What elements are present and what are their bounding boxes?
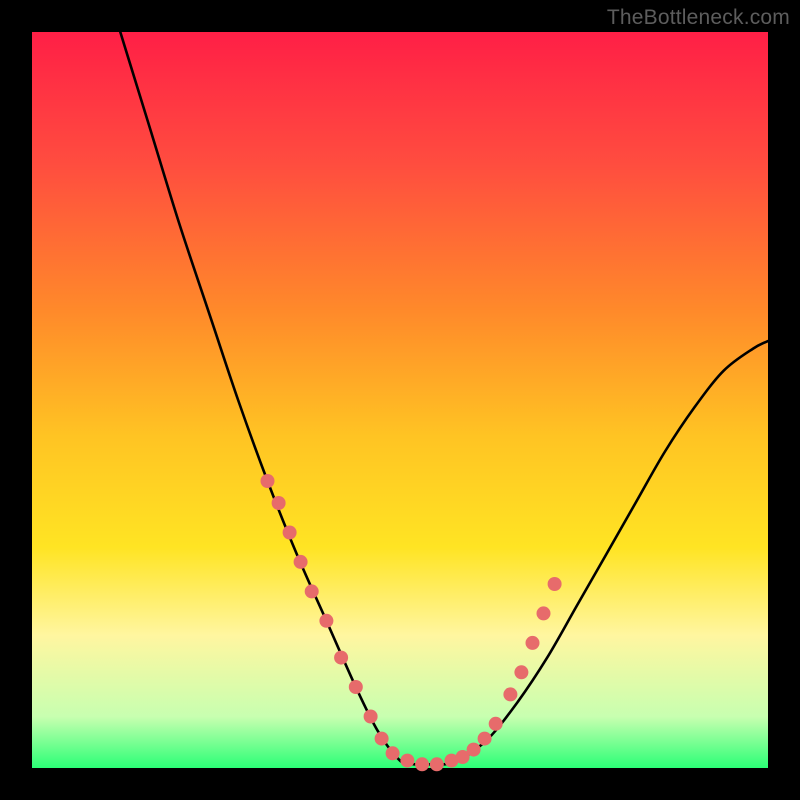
marker-dot — [305, 584, 319, 598]
marker-dot — [478, 732, 492, 746]
marker-dot — [400, 754, 414, 768]
marker-dot — [319, 614, 333, 628]
bottleneck-curve — [120, 32, 768, 765]
marker-dot — [489, 717, 503, 731]
marker-dot — [514, 665, 528, 679]
marker-dot — [537, 606, 551, 620]
marker-dot — [386, 746, 400, 760]
marker-dot — [334, 651, 348, 665]
marker-dot — [503, 687, 517, 701]
marker-dot — [526, 636, 540, 650]
marker-dot — [548, 577, 562, 591]
curve-layer — [32, 32, 768, 768]
marker-dot — [415, 757, 429, 771]
marker-dot — [261, 474, 275, 488]
marker-dot — [294, 555, 308, 569]
marker-dot — [272, 496, 286, 510]
marker-dot — [364, 710, 378, 724]
attribution-text: TheBottleneck.com — [607, 6, 790, 30]
marker-dot — [467, 743, 481, 757]
gradient-plot-area — [32, 32, 768, 768]
marker-dot — [375, 732, 389, 746]
marker-dot — [430, 757, 444, 771]
marker-dot — [283, 526, 297, 540]
outer-frame: TheBottleneck.com — [0, 0, 800, 800]
curve-markers — [261, 474, 562, 771]
marker-dot — [349, 680, 363, 694]
